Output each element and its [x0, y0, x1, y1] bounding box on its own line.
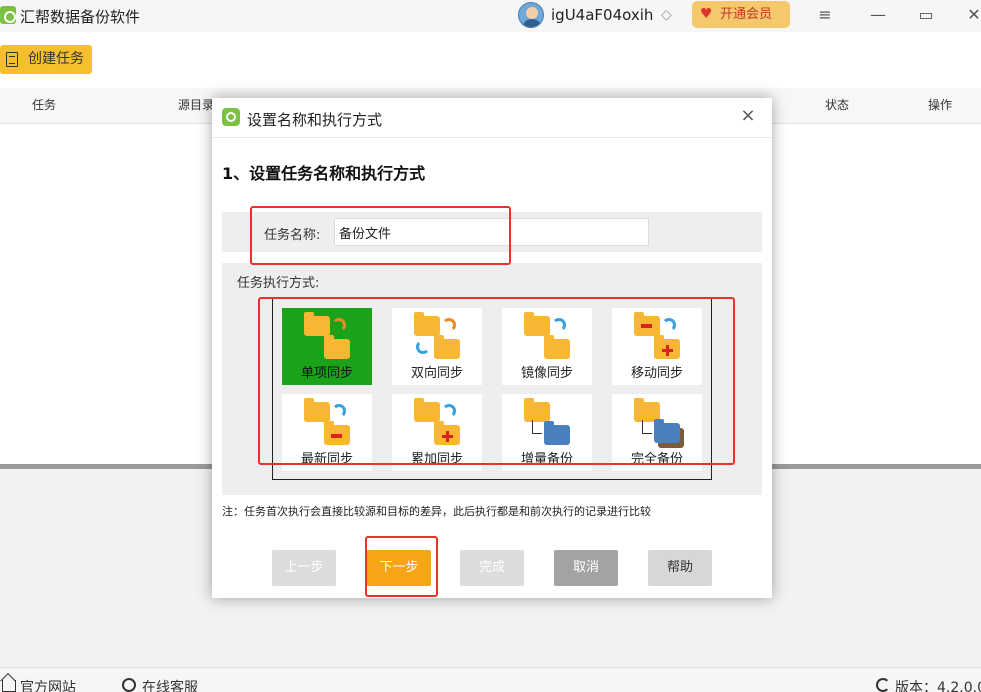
open-vip-button[interactable]: ♥ 开通会员: [692, 1, 790, 28]
dialog-title: 设置名称和执行方式: [247, 111, 383, 129]
status-bar: 官方网站 在线客服 版本：4.2.0.0: [0, 667, 981, 692]
app-title: 汇帮数据备份软件: [20, 8, 141, 26]
open-vip-label: 开通会员: [720, 7, 773, 22]
vip-diamond-icon: ◇: [661, 7, 672, 23]
app-logo-icon: [0, 6, 16, 24]
online-support-link[interactable]: 在线客服: [142, 677, 198, 692]
dialog-logo-icon: [222, 108, 240, 126]
headset-icon: [122, 678, 136, 692]
column-task[interactable]: 任务: [32, 96, 56, 113]
vip-heart-icon: ♥: [700, 6, 713, 22]
minimize-icon[interactable]: —: [866, 4, 890, 26]
column-status[interactable]: 状态: [825, 96, 849, 113]
version-label: 版本：4.2.0.0: [895, 680, 981, 692]
help-button[interactable]: 帮助: [648, 550, 712, 586]
column-actions[interactable]: 操作: [928, 96, 952, 113]
dialog-close-icon[interactable]: ×: [739, 107, 757, 125]
highlight-task-name: [250, 206, 511, 265]
step-heading: 1、设置任务名称和执行方式: [222, 164, 426, 183]
execution-mode-label: 任务执行方式:: [237, 276, 320, 291]
username[interactable]: igU4aF04oxih: [551, 6, 653, 24]
create-task-button[interactable]: 创建任务: [0, 45, 92, 74]
comparison-note: 注：任务首次执行会直接比较源和目标的差异，此后执行都是和前次执行的记录进行比较: [222, 505, 651, 518]
column-source-dir[interactable]: 源目录: [178, 96, 214, 113]
dialog-header: 设置名称和执行方式 ×: [212, 98, 772, 138]
close-icon[interactable]: ✕: [962, 4, 981, 26]
finish-button[interactable]: 完成: [460, 550, 524, 586]
create-task-label: 创建任务: [28, 51, 84, 67]
title-bar: 汇帮数据备份软件 igU4aF04oxih ◇ ♥ 开通会员 ≡ — ▭ ✕: [0, 0, 981, 32]
highlight-execution-modes: [258, 297, 735, 465]
previous-step-button[interactable]: 上一步: [272, 550, 336, 586]
document-icon: [6, 52, 18, 67]
cancel-button[interactable]: 取消: [554, 550, 618, 586]
user-avatar[interactable]: [518, 2, 544, 28]
refresh-icon: [876, 678, 890, 692]
highlight-next-button: [365, 536, 438, 597]
official-website-link[interactable]: 官方网站: [20, 677, 76, 692]
maximize-icon[interactable]: ▭: [914, 4, 938, 26]
menu-icon[interactable]: ≡: [813, 4, 837, 26]
home-icon: [2, 680, 16, 692]
